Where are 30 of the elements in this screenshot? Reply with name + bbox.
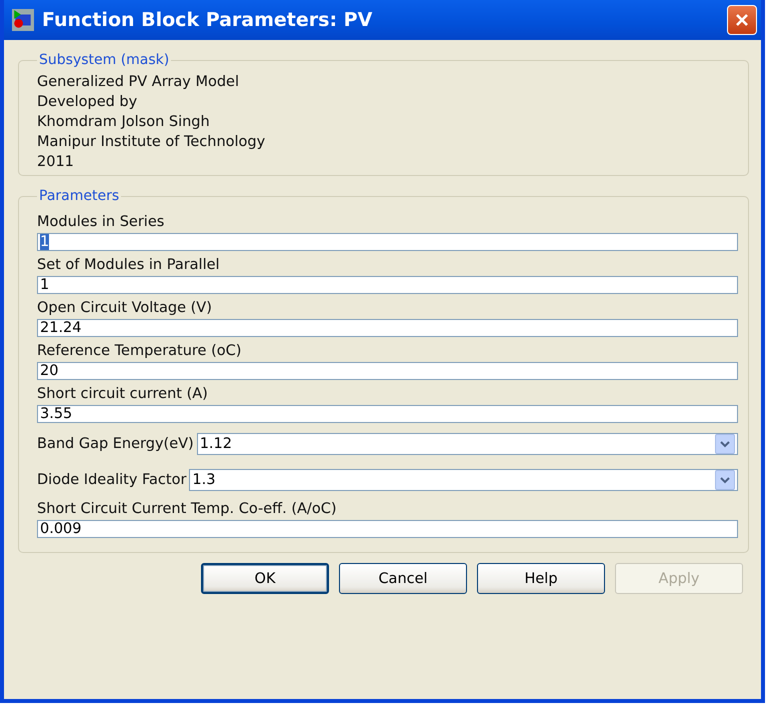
input-field[interactable]: 20 bbox=[37, 362, 738, 380]
dropdown-field[interactable]: 1.3 bbox=[189, 469, 738, 491]
parameter-label: Short Circuit Current Temp. Co-eff. (A/oC) bbox=[37, 501, 338, 517]
description-text: Generalized PV Array Model bbox=[37, 73, 240, 92]
input-field[interactable]: 1 bbox=[37, 276, 738, 294]
close-button[interactable] bbox=[727, 5, 757, 35]
dialog-button[interactable]: Help bbox=[477, 563, 605, 594]
parameter-label: Diode Ideality Factor bbox=[37, 472, 186, 488]
dialog-button[interactable]: Cancel bbox=[339, 563, 467, 594]
description-text: 2011 bbox=[37, 153, 75, 172]
group-title: Subsystem (mask) bbox=[38, 52, 170, 68]
description-text: Developed by bbox=[37, 93, 138, 112]
description-text: Manipur Institute of Technology bbox=[37, 133, 266, 152]
block-diagram-icon bbox=[12, 9, 34, 31]
description-text: Khomdram Jolson Singh bbox=[37, 113, 211, 132]
dialog-button[interactable]: OK bbox=[201, 563, 329, 594]
group-title: Parameters bbox=[38, 188, 120, 204]
parameter-label: Open Circuit Voltage (V) bbox=[37, 300, 213, 316]
window-title: Function Block Parameters: PV bbox=[42, 9, 374, 31]
parameter-label: Modules in Series bbox=[37, 214, 166, 230]
parameter-label: Reference Temperature (oC) bbox=[37, 343, 242, 359]
input-field[interactable]: 1 bbox=[37, 233, 738, 251]
dropdown-field[interactable]: 1.12 bbox=[196, 433, 738, 455]
close-icon bbox=[734, 12, 750, 28]
input-field[interactable]: 21.24 bbox=[37, 319, 738, 337]
parameter-label: Short circuit current (A) bbox=[37, 386, 209, 402]
parameter-label: Set of Modules in Parallel bbox=[37, 257, 221, 273]
input-field[interactable]: 0.009 bbox=[37, 520, 738, 538]
input-field[interactable]: 3.55 bbox=[37, 405, 738, 423]
parameter-label: Band Gap Energy(eV) bbox=[37, 436, 194, 452]
